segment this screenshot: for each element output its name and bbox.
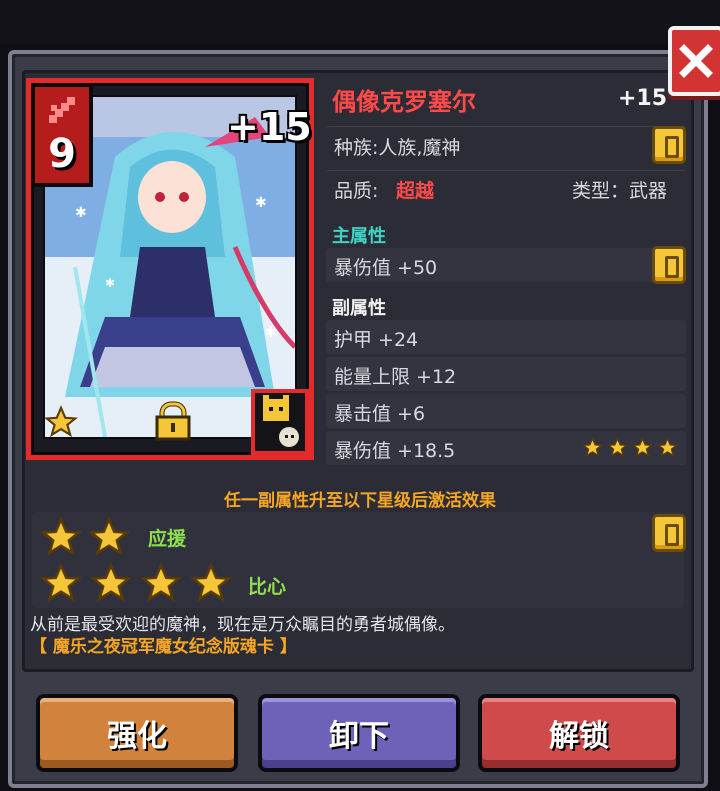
sub-attr-title: 副属性 bbox=[332, 298, 386, 319]
tier-label: 应援 bbox=[148, 528, 187, 550]
sub-attr-row: 暴击值 +6 bbox=[326, 394, 686, 428]
star-icon bbox=[657, 437, 678, 457]
star-icon bbox=[632, 437, 653, 457]
lock-toggle-activation[interactable] bbox=[652, 514, 686, 552]
sub-attr-text: 暴击值 +6 bbox=[334, 403, 426, 425]
star-icon bbox=[40, 562, 82, 602]
card-level-badge: 9 bbox=[31, 83, 93, 187]
lock-icon bbox=[155, 401, 191, 441]
item-name: 偶像克罗塞尔 bbox=[332, 88, 476, 116]
upgrade-button[interactable]: 强化 bbox=[36, 694, 238, 772]
sub-attr-text: 暴伤值 +18.5 bbox=[334, 440, 456, 462]
unequip-button[interactable]: 卸下 bbox=[258, 694, 460, 772]
star-icon bbox=[607, 437, 628, 457]
star-icon bbox=[44, 405, 78, 438]
star-icon bbox=[190, 562, 232, 602]
star-icon bbox=[90, 562, 132, 602]
item-enhance-level: +15 bbox=[618, 86, 668, 111]
sub-attr-row: 暴伤值 +18.5 bbox=[326, 431, 686, 465]
top-bar bbox=[0, 0, 720, 44]
star-icon bbox=[88, 516, 130, 556]
lock-toggle-main-attr[interactable] bbox=[652, 246, 686, 284]
quality-row: 品质: 超越 类型：武器 bbox=[326, 170, 686, 206]
close-icon bbox=[679, 44, 713, 78]
sub-attr-row: 能量上限 +12 bbox=[326, 357, 686, 391]
sub-attr-row: 护甲 +24 bbox=[326, 320, 686, 354]
race-row: 种族:人族,魔神 bbox=[326, 126, 686, 164]
sub-attr-stars bbox=[582, 437, 678, 458]
item-source: 【 魔乐之夜冠军魔女纪念版魂卡 】 bbox=[30, 637, 297, 657]
quality-label: 品质: bbox=[334, 180, 379, 202]
main-attr-title: 主属性 bbox=[332, 226, 386, 247]
star-icon bbox=[582, 437, 603, 457]
sub-attr-text: 护甲 +24 bbox=[334, 329, 419, 351]
type-text: 类型：武器 bbox=[572, 180, 668, 202]
quality-value: 超越 bbox=[396, 180, 435, 202]
pet-slot[interactable] bbox=[251, 389, 309, 455]
card-enhance-level: +15 bbox=[227, 105, 312, 149]
main-attr-row: 暴伤值 +50 bbox=[326, 248, 686, 282]
close-button[interactable] bbox=[668, 26, 720, 96]
svg-text:✱: ✱ bbox=[255, 195, 267, 211]
svg-text:✱: ✱ bbox=[265, 325, 277, 341]
svg-text:✱: ✱ bbox=[75, 205, 87, 221]
sub-attr-text: 能量上限 +12 bbox=[334, 366, 457, 388]
unlock-button[interactable]: 解锁 bbox=[478, 694, 680, 772]
activation-hint: 任一副属性升至以下星级后激活效果 bbox=[224, 491, 496, 511]
race-text: 种族:人族,魔神 bbox=[334, 137, 461, 159]
soul-card: ✱ ✱ ✱ ✱ 9 +15 bbox=[26, 78, 314, 460]
sword-icon bbox=[49, 97, 75, 123]
main-attr-text: 暴伤值 +50 bbox=[334, 257, 438, 279]
lock-toggle-race[interactable] bbox=[652, 126, 686, 164]
tier-label: 比心 bbox=[248, 576, 287, 598]
card-level: 9 bbox=[48, 131, 76, 177]
svg-text:✱: ✱ bbox=[105, 276, 115, 290]
star-icon bbox=[140, 562, 182, 602]
star-icon bbox=[40, 516, 82, 556]
cat-pet-icon bbox=[263, 395, 299, 447]
